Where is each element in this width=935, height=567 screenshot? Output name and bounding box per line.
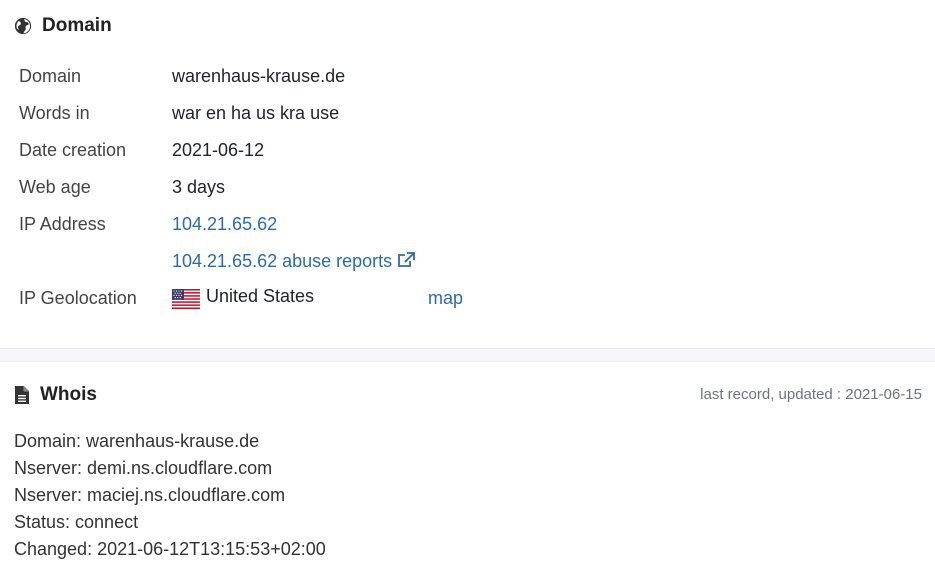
whois-section-title: Whois: [40, 384, 97, 405]
domain-info-table: Domain warenhaus-krause.de Words in war …: [19, 58, 463, 317]
whois-record: Domain: warenhaus-krause.de Nserver: dem…: [14, 428, 326, 563]
whois-section-header: Whois: [14, 384, 97, 406]
whois-updated-text: last record, updated : 2021-06-15: [700, 386, 922, 403]
date-creation-value: 2021-06-12: [172, 140, 265, 160]
domain-row: Domain warenhaus-krause.de: [19, 58, 463, 95]
ip-geolocation-label: IP Geolocation: [19, 288, 137, 308]
words-label: Words in: [19, 103, 90, 123]
ip-address-link[interactable]: 104.21.65.62: [172, 214, 277, 234]
country-name: United States: [206, 286, 315, 306]
web-age-value: 3 days: [172, 177, 226, 197]
document-icon: [15, 386, 29, 404]
domain-label: Domain: [19, 66, 82, 86]
domain-section-header: Domain: [14, 15, 112, 37]
us-flag-icon: [172, 288, 200, 309]
age-row: Web age 3 days: [19, 169, 463, 206]
whois-line: Domain: warenhaus-krause.de: [14, 431, 260, 451]
globe-icon: [14, 17, 32, 35]
geolocation-row: IP Geolocation United States map: [19, 280, 463, 317]
web-age-label: Web age: [19, 177, 91, 197]
whois-line: Changed: 2021-06-12T13:15:53+02:00: [14, 539, 326, 559]
ip-row: IP Address 104.21.65.62: [19, 206, 463, 243]
section-divider: [0, 348, 935, 362]
ip-address-label: IP Address: [19, 214, 106, 234]
words-row: Words in war en ha us kra use: [19, 95, 463, 132]
abuse-row: 104.21.65.62 abuse reports: [19, 243, 463, 280]
date-creation-label: Date creation: [19, 140, 127, 160]
abuse-reports-label: 104.21.65.62 abuse reports: [172, 251, 393, 271]
whois-line: Nserver: maciej.ns.cloudflare.com: [14, 485, 286, 505]
external-link-icon: [398, 252, 416, 267]
domain-section-title: Domain: [42, 15, 112, 36]
abuse-reports-link[interactable]: 104.21.65.62 abuse reports: [172, 251, 416, 271]
whois-line: Status: connect: [14, 512, 139, 532]
whois-line: Nserver: demi.ns.cloudflare.com: [14, 458, 273, 478]
words-value: war en ha us kra use: [172, 103, 340, 123]
date-row: Date creation 2021-06-12: [19, 132, 463, 169]
domain-value: warenhaus-krause.de: [172, 66, 346, 86]
map-link[interactable]: map: [428, 288, 463, 309]
